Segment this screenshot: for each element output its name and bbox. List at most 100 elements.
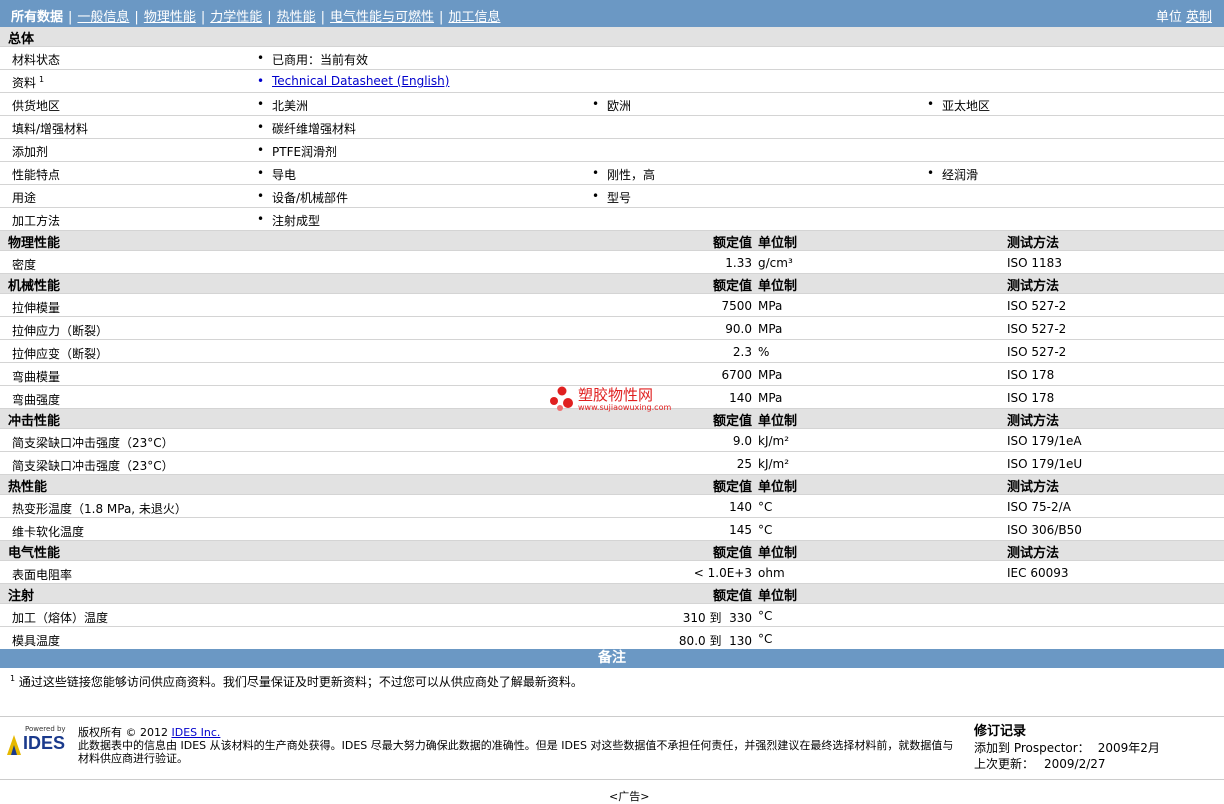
property-unit: MPa <box>758 299 783 313</box>
property-name: 拉伸模量 <box>12 301 61 315</box>
section-title: 注射 <box>8 589 35 604</box>
column-unit: 单位制 <box>758 546 798 561</box>
column-nominal: 额定值 <box>712 236 752 251</box>
general-row-regions: 供货地区 北美洲 欧洲 亚太地区 <box>0 93 1224 116</box>
footer: Powered by IDES 版权所有 © 2012 IDES Inc. 此数… <box>0 716 1224 780</box>
ides-logo-icon <box>7 735 21 755</box>
watermark-title: 塑胶物性网 <box>578 386 654 404</box>
unit-toggle-link[interactable]: 英制 <box>1186 10 1212 25</box>
use-item: 型号 <box>592 189 631 206</box>
property-unit: g/cm³ <box>758 256 793 270</box>
property-unit: °C <box>758 500 773 514</box>
row-label: 资料 1 <box>12 75 45 90</box>
section-header: 注射 额定值 单位制 <box>0 584 1224 604</box>
property-test-method: ISO 75-2/A <box>1007 500 1071 514</box>
property-unit: MPa <box>758 322 783 336</box>
row-value: 碳纤维增强材料 <box>257 120 356 137</box>
property-unit: °C <box>758 609 773 623</box>
column-nominal: 额定值 <box>712 279 752 294</box>
column-unit: 单位制 <box>758 589 798 604</box>
general-row-uses: 用途 设备/机械部件 型号 <box>0 185 1224 208</box>
property-name: 模具温度 <box>12 634 61 648</box>
footnote-text: 通过这些链接您能够访问供应商资料。我们尽量保证及时更新资料；不过您可以从供应商处… <box>18 675 583 689</box>
property-name: 弯曲模量 <box>12 370 61 384</box>
section-title: 总体 <box>8 32 35 47</box>
ides-logo: Powered by IDES <box>5 725 71 759</box>
region-item: 北美洲 <box>257 97 308 114</box>
column-nominal: 额定值 <box>712 480 752 495</box>
copyright-block: 版权所有 © 2012 IDES Inc. 此数据表中的信息由 IDES 从该材… <box>78 726 958 765</box>
feature-item: 导电 <box>257 166 296 183</box>
general-row-method: 加工方法 注射成型 <box>0 208 1224 231</box>
property-test-method: ISO 1183 <box>1007 256 1062 270</box>
region-item: 亚太地区 <box>927 97 990 114</box>
section-header: 物理性能 额定值 单位制 测试方法 <box>0 231 1224 251</box>
property-row: 拉伸应力（断裂） 90.0 MPa ISO 527-2 <box>0 317 1224 340</box>
property-unit: kJ/m² <box>758 457 790 471</box>
datasheet-link[interactable]: Technical Datasheet (English) <box>257 74 449 88</box>
tab-thermal[interactable]: 热性能 <box>277 10 316 25</box>
property-test-method: ISO 527-2 <box>1007 345 1067 359</box>
property-value: 2.3 <box>732 345 752 359</box>
section-title: 冲击性能 <box>8 414 61 429</box>
property-value: < 1.0E+3 <box>693 566 752 580</box>
tab-general[interactable]: 一般信息 <box>77 10 129 25</box>
unit-selector: 单位 英制 <box>1156 6 1212 25</box>
property-value: 6700 <box>721 368 752 382</box>
column-test: 测试方法 <box>1007 480 1060 495</box>
general-row-features: 性能特点 导电 刚性，高 经润滑 <box>0 162 1224 185</box>
row-label: 供货地区 <box>12 99 61 113</box>
property-test-method: ISO 178 <box>1007 391 1055 405</box>
section-title: 物理性能 <box>8 236 61 251</box>
property-row: 模具温度 80.0 到 130 °C <box>0 627 1224 650</box>
property-unit: MPa <box>758 391 783 405</box>
property-name: 表面电阻率 <box>12 568 73 582</box>
general-row-additive: 添加剂 PTFE润滑剂 <box>0 139 1224 162</box>
tab-all-data[interactable]: 所有数据 <box>11 10 63 25</box>
notes-banner: 备注 <box>0 649 1224 668</box>
tab-mechanical[interactable]: 力学性能 <box>210 10 262 25</box>
property-name: 加工（熔体）温度 <box>12 611 109 625</box>
tab-processing[interactable]: 加工信息 <box>448 10 500 25</box>
watermark-url: www.sujiaowuxing.com <box>578 403 672 412</box>
feature-item: 经润滑 <box>927 166 978 183</box>
column-unit: 单位制 <box>758 236 798 251</box>
column-unit: 单位制 <box>758 414 798 429</box>
property-row: 密度 1.33 g/cm³ ISO 1183 <box>0 251 1224 274</box>
section-header: 电气性能 额定值 单位制 测试方法 <box>0 541 1224 561</box>
section-title: 机械性能 <box>8 279 61 294</box>
property-value: 25 <box>736 457 752 471</box>
property-test-method: ISO 306/B50 <box>1007 523 1082 537</box>
property-unit: °C <box>758 632 773 646</box>
section-title: 电气性能 <box>8 546 61 561</box>
column-test: 测试方法 <box>1007 236 1060 251</box>
property-test-method: ISO 527-2 <box>1007 299 1067 313</box>
property-row: 加工（熔体）温度 310 到 330 °C <box>0 604 1224 627</box>
row-label: 性能特点 <box>12 168 61 182</box>
property-row: 拉伸模量 7500 MPa ISO 527-2 <box>0 294 1224 317</box>
property-name: 拉伸应变（断裂） <box>12 347 109 361</box>
property-row: 维卡软化温度 145 °C ISO 306/B50 <box>0 518 1224 541</box>
copyright-text: 版权所有 © 2012 <box>78 726 168 739</box>
column-test: 测试方法 <box>1007 414 1060 429</box>
ides-link[interactable]: IDES Inc. <box>172 726 221 739</box>
property-name: 简支梁缺口冲击强度（23°C） <box>12 436 174 450</box>
revision-block: 修订记录 添加到 Prospector： 2009年2月 上次更新： 2009/2/… <box>974 724 1160 771</box>
top-nav: 所有数据 | 一般信息 | 物理性能 | 力学性能 | 热性能 | 电气性能与可燃性 | 加工信息 单位… <box>0 0 1224 27</box>
section-title: 热性能 <box>8 480 48 495</box>
property-value: 9.0 <box>732 434 752 448</box>
row-value: PTFE润滑剂 <box>257 143 337 160</box>
disclaimer-text: 此数据表中的信息由 IDES 从该材料的生产商处获得。IDES 尽最大努力确保此… <box>78 739 954 765</box>
row-label: 填料/增强材料 <box>12 122 89 136</box>
unit-label: 单位 <box>1155 10 1182 25</box>
property-value: 7500 <box>721 299 752 313</box>
column-nominal: 额定值 <box>712 589 752 604</box>
property-test-method: IEC 60093 <box>1007 566 1069 580</box>
tab-electrical[interactable]: 电气性能与可燃性 <box>330 10 434 25</box>
general-row-resources: 资料1 Technical Datasheet (English) <box>0 70 1224 93</box>
property-name: 简支梁缺口冲击强度（23°C） <box>12 459 174 473</box>
property-unit: MPa <box>758 368 783 382</box>
tab-physical[interactable]: 物理性能 <box>144 10 196 25</box>
section-tabs: 所有数据 | 一般信息 | 物理性能 | 力学性能 | 热性能 | 电气性能与可燃性 | 加工信息 <box>11 10 501 25</box>
property-row: 简支梁缺口冲击强度（23°C） 9.0 kJ/m² ISO 179/1eA <box>0 429 1224 452</box>
